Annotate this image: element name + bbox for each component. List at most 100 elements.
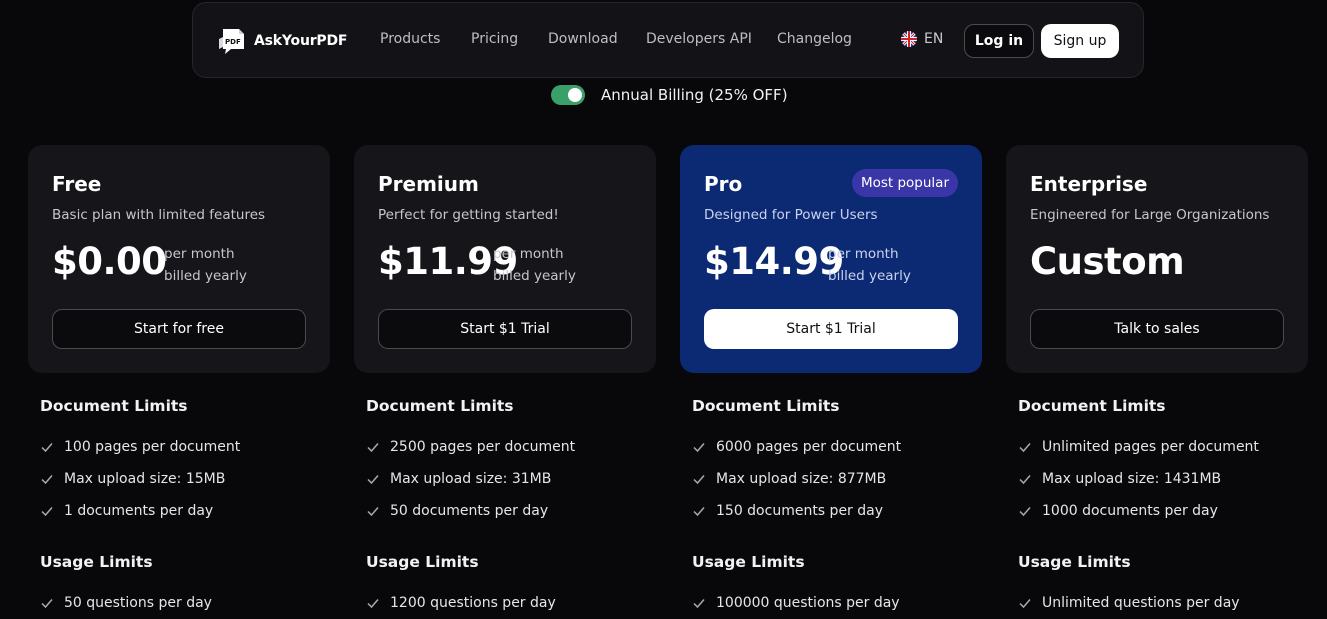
feature-text: 6000 pages per document [716,439,902,455]
plan-name: Premium [378,172,479,196]
plan-price: $0.00 [52,240,167,283]
price-period-line1: per month [828,246,899,262]
list-item: Max upload size: 15MB [40,463,320,495]
feature-text: 1200 questions per day [390,595,556,611]
talk-to-sales-button[interactable]: Talk to sales [1030,309,1284,349]
list-item: 100 pages per document [40,431,320,463]
document-limits-heading: Document Limits [692,397,840,415]
list-item: Max upload size: 31MB [366,463,646,495]
check-icon [41,507,53,517]
usage-limits-list: Unlimited questions per day [1018,587,1298,619]
usage-limits-list: 100000 questions per day [692,587,972,619]
check-icon [367,443,379,453]
feature-text: 1000 documents per day [1042,503,1218,519]
feature-text: 50 documents per day [390,503,549,519]
price-period-line1: per month [164,246,235,262]
plan-name: Free [52,172,102,196]
document-limits-list: 2500 pages per document Max upload size:… [366,431,646,527]
price-period-line2: billed yearly [164,268,247,284]
check-icon [693,507,705,517]
feature-text: Max upload size: 15MB [64,471,226,487]
list-item: 6000 pages per document [692,431,972,463]
plan-description: Designed for Power Users [704,207,878,223]
feature-text: Max upload size: 877MB [716,471,887,487]
price-period-line2: billed yearly [828,268,911,284]
top-navbar: PDF AskYourPDF Products Pricing Download… [192,2,1144,78]
plan-price: $14.99 [704,240,844,283]
usage-limits-heading: Usage Limits [1018,553,1131,571]
language-selector[interactable]: EN [901,31,943,47]
feature-text: Unlimited questions per day [1042,595,1240,611]
start-trial-button[interactable]: Start $1 Trial [378,309,632,349]
price-period: per month billed yearly [828,243,911,287]
login-button[interactable]: Log in [964,24,1034,58]
plan-name: Enterprise [1030,172,1148,196]
annual-billing-toggle[interactable] [551,85,585,105]
features-enterprise: Document Limits Unlimited pages per docu… [1018,397,1298,619]
check-icon [693,599,705,609]
plan-description: Basic plan with limited features [52,207,266,223]
check-icon [367,599,379,609]
document-limits-heading: Document Limits [1018,397,1166,415]
list-item: 1200 questions per day [366,587,646,619]
list-item: Unlimited questions per day [1018,587,1298,619]
document-limits-list: Unlimited pages per document Max upload … [1018,431,1298,527]
check-icon [1019,507,1031,517]
start-for-free-button[interactable]: Start for free [52,309,306,349]
list-item: 1000 documents per day [1018,495,1298,527]
check-icon [41,475,53,485]
feature-text: Max upload size: 31MB [390,471,552,487]
feature-text: 100000 questions per day [716,595,900,611]
usage-limits-list: 1200 questions per day [366,587,646,619]
uk-flag-icon [901,31,917,47]
features-pro: Document Limits 6000 pages per document … [692,397,972,619]
check-icon [1019,443,1031,453]
document-limits-heading: Document Limits [366,397,514,415]
feature-text: 50 questions per day [64,595,212,611]
annual-billing-label: Annual Billing (25% OFF) [601,86,788,104]
svg-text:PDF: PDF [225,38,241,46]
check-icon [41,443,53,453]
feature-text: 150 documents per day [716,503,884,519]
document-limits-list: 100 pages per document Max upload size: … [40,431,320,527]
pdf-logo-icon: PDF [219,29,244,54]
nav-link-products[interactable]: Products [380,31,440,47]
list-item: Unlimited pages per document [1018,431,1298,463]
most-popular-badge: Most popular [851,169,958,197]
feature-text: 100 pages per document [64,439,241,455]
document-limits-list: 6000 pages per document Max upload size:… [692,431,972,527]
features-premium: Document Limits 2500 pages per document … [366,397,646,619]
price-period-line2: billed yearly [493,268,576,284]
language-code: EN [924,31,944,47]
plan-description: Engineered for Large Organizations [1030,207,1270,223]
price-period: per month billed yearly [164,243,247,287]
list-item: 2500 pages per document [366,431,646,463]
check-icon [367,475,379,485]
signup-button[interactable]: Sign up [1041,24,1119,58]
usage-limits-heading: Usage Limits [692,553,805,571]
brand-logo[interactable]: PDF AskYourPDF [217,25,347,57]
usage-limits-heading: Usage Limits [40,553,153,571]
feature-text: Max upload size: 1431MB [1042,471,1222,487]
start-trial-button[interactable]: Start $1 Trial [704,309,958,349]
list-item: Max upload size: 1431MB [1018,463,1298,495]
usage-limits-list: 50 questions per day [40,587,320,619]
price-period: per month billed yearly [493,243,576,287]
check-icon [1019,599,1031,609]
plan-description: Perfect for getting started! [378,207,559,223]
check-icon [693,443,705,453]
check-icon [41,599,53,609]
nav-link-download[interactable]: Download [548,31,618,47]
plan-card-premium: Premium Perfect for getting started! $11… [354,145,656,373]
list-item: 50 documents per day [366,495,646,527]
nav-link-developers-api[interactable]: Developers API [646,31,752,47]
features-free: Document Limits 100 pages per document M… [40,397,320,619]
plan-name: Pro [704,172,743,196]
feature-text: Unlimited pages per document [1042,439,1259,455]
list-item: Max upload size: 877MB [692,463,972,495]
nav-link-changelog[interactable]: Changelog [777,31,852,47]
feature-text: 2500 pages per document [390,439,576,455]
feature-text: 1 documents per day [64,503,214,519]
nav-link-pricing[interactable]: Pricing [471,31,518,47]
list-item: 150 documents per day [692,495,972,527]
